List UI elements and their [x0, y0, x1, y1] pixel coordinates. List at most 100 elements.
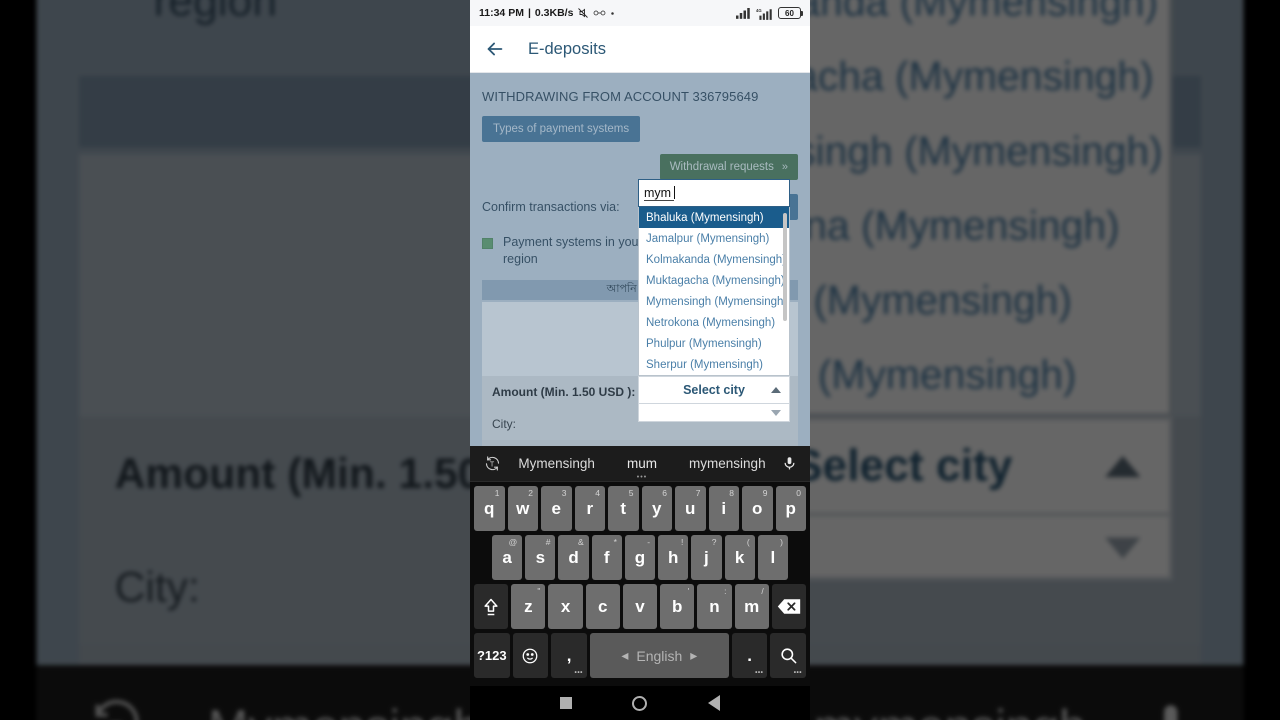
key-p[interactable]: 0p [775, 486, 806, 531]
chevron-up-icon [771, 387, 781, 393]
key-h-label: h [668, 547, 679, 567]
key-a[interactable]: @ a [492, 535, 523, 580]
key-l-label: l [770, 547, 776, 567]
dropdown-scrollbar[interactable] [783, 213, 787, 321]
key-x[interactable]: x [548, 584, 583, 629]
keyboard-row-1: 1q2w3e4r5t6y7u8i9o0p [472, 486, 808, 531]
key-u-secondary: 7 [695, 488, 701, 498]
select-city-dropdown[interactable]: Select city [638, 376, 790, 404]
battery-indicator: 60 [778, 7, 803, 19]
key-u[interactable]: 7u [675, 486, 706, 531]
key-e[interactable]: 3e [541, 486, 572, 531]
shift-icon[interactable] [474, 584, 509, 629]
key-z-secondary: " [537, 586, 541, 596]
key-q[interactable]: 1q [474, 486, 505, 531]
key-t-secondary: 5 [628, 488, 634, 498]
city-option-4[interactable]: Mymensingh (Mymensingh) [639, 291, 789, 312]
city-suggestion-list[interactable]: Bhaluka (Mymensingh) Jamalpur (Mymensingh… [638, 207, 790, 376]
key-s-secondary: # [545, 537, 551, 547]
key-j[interactable]: ? j [691, 535, 722, 580]
keyboard-suggestion-bar: T Mymensingh mum mymensingh [470, 446, 810, 482]
street-dropdown[interactable] [638, 404, 790, 422]
withdrawal-requests-button[interactable]: Withdrawal requests » [659, 154, 798, 180]
search-icon[interactable]: ••• [770, 633, 807, 678]
key-f[interactable]: * f [591, 535, 622, 580]
search-more-dots: ••• [793, 669, 803, 676]
key-l-secondary: ) [780, 537, 783, 547]
region-checkbox[interactable] [482, 238, 493, 249]
suggestion-0[interactable]: Mymensingh [514, 456, 599, 471]
back-arrow-icon[interactable] [484, 38, 506, 60]
circle-home-icon[interactable] [632, 695, 648, 711]
key-o[interactable]: 9o [742, 486, 773, 531]
city-option-7[interactable]: Sherpur (Mymensingh) [639, 354, 789, 375]
city-option-2[interactable]: Kolmakanda (Mymensingh) [639, 249, 789, 270]
city-option-0[interactable]: Bhaluka (Mymensingh) [639, 207, 789, 228]
key-s[interactable]: # s [525, 535, 556, 580]
key-h[interactable]: ! h [658, 535, 689, 580]
key-w-secondary: 2 [528, 488, 533, 498]
key-w[interactable]: 2w [507, 486, 538, 531]
key-d[interactable]: & d [558, 535, 589, 580]
city-autocomplete: mym Bhaluka (Mymensingh) Jamalpur (Mymens… [638, 179, 790, 422]
key-o-label: o [752, 498, 763, 518]
key-l[interactable]: ) l [757, 535, 788, 580]
backdrop-select-city: Select city [792, 441, 1013, 492]
square-recents-icon[interactable] [560, 697, 573, 709]
key-n[interactable]: :n [697, 584, 732, 629]
city-option-3[interactable]: Muktagacha (Mymensingh) [639, 270, 789, 291]
on-screen-keyboard: T Mymensingh mum mymensingh 1q2w3e4r5t6y… [470, 446, 810, 686]
emoji-icon[interactable] [512, 633, 549, 678]
types-of-payment-systems-button[interactable]: Types of payment systems [482, 116, 641, 142]
keyboard-row-3: " z x c v ' b: n / m [472, 584, 808, 629]
key-y[interactable]: 6y [641, 486, 672, 531]
key-i-secondary: 8 [729, 488, 734, 498]
city-option-1[interactable]: Jamalpur (Mymensingh) [639, 228, 789, 249]
key-i-label: i [721, 498, 727, 518]
key-j-label: j [704, 547, 709, 567]
text-rotate-icon[interactable]: T [470, 455, 514, 472]
key-x-label: x [560, 596, 571, 616]
key-m[interactable]: / m [734, 584, 769, 629]
key-c-label: c [598, 596, 608, 616]
android-nav-bar [470, 686, 810, 720]
key-i[interactable]: 8i [708, 486, 739, 531]
city-search-input[interactable]: mym [644, 186, 674, 201]
key-g[interactable]: -g [624, 535, 656, 580]
status-bar: 11:34 PM | 0.3KB/s 4G 60 [470, 0, 810, 26]
key-k[interactable]: (k [724, 535, 755, 580]
suggestion-2[interactable]: mymensingh [685, 456, 770, 471]
triangle-back-icon[interactable] [707, 695, 720, 711]
key-n-label: n [709, 596, 720, 616]
status-separator: | [527, 7, 531, 19]
key-t[interactable]: 5t [608, 486, 639, 531]
confirm-transactions-label: Confirm transactions via: [482, 200, 620, 214]
key-b[interactable]: ' b [660, 584, 695, 629]
city-search-input-wrap[interactable]: mym [638, 179, 790, 207]
key-t-label: t [620, 498, 627, 518]
glasses-icon [593, 9, 606, 17]
key-e-label: e [551, 498, 561, 518]
backspace-icon[interactable] [771, 584, 806, 629]
key-g-label: g [634, 547, 646, 567]
city-option-6[interactable]: Phulpur (Mymensingh) [639, 333, 789, 354]
key-z-label: z [524, 596, 533, 616]
key-comma[interactable]: , ••• [551, 633, 587, 678]
space-right-arrow: ▸ [690, 647, 698, 663]
app-bar: E-deposits [470, 26, 810, 73]
key-c[interactable]: c [585, 584, 620, 629]
key-r-label: r [586, 498, 594, 518]
city-option-5[interactable]: Netrokona (Mymensingh) [639, 312, 789, 333]
key-period[interactable]: . ••• [731, 633, 768, 678]
key-r[interactable]: 4r [574, 486, 605, 531]
key-numbers[interactable]: ?123 [474, 633, 510, 678]
key-m-secondary: / [761, 586, 764, 596]
microphone-icon[interactable] [770, 454, 810, 473]
chevron-down-icon [771, 409, 781, 416]
key-f-secondary: * [613, 537, 617, 547]
key-v[interactable]: v [622, 584, 658, 629]
suggestion-1[interactable]: mum [599, 456, 684, 471]
signal-icon [736, 7, 751, 19]
key-z[interactable]: " z [511, 584, 546, 629]
space-bar[interactable]: ◂ English ▸ [589, 633, 729, 678]
